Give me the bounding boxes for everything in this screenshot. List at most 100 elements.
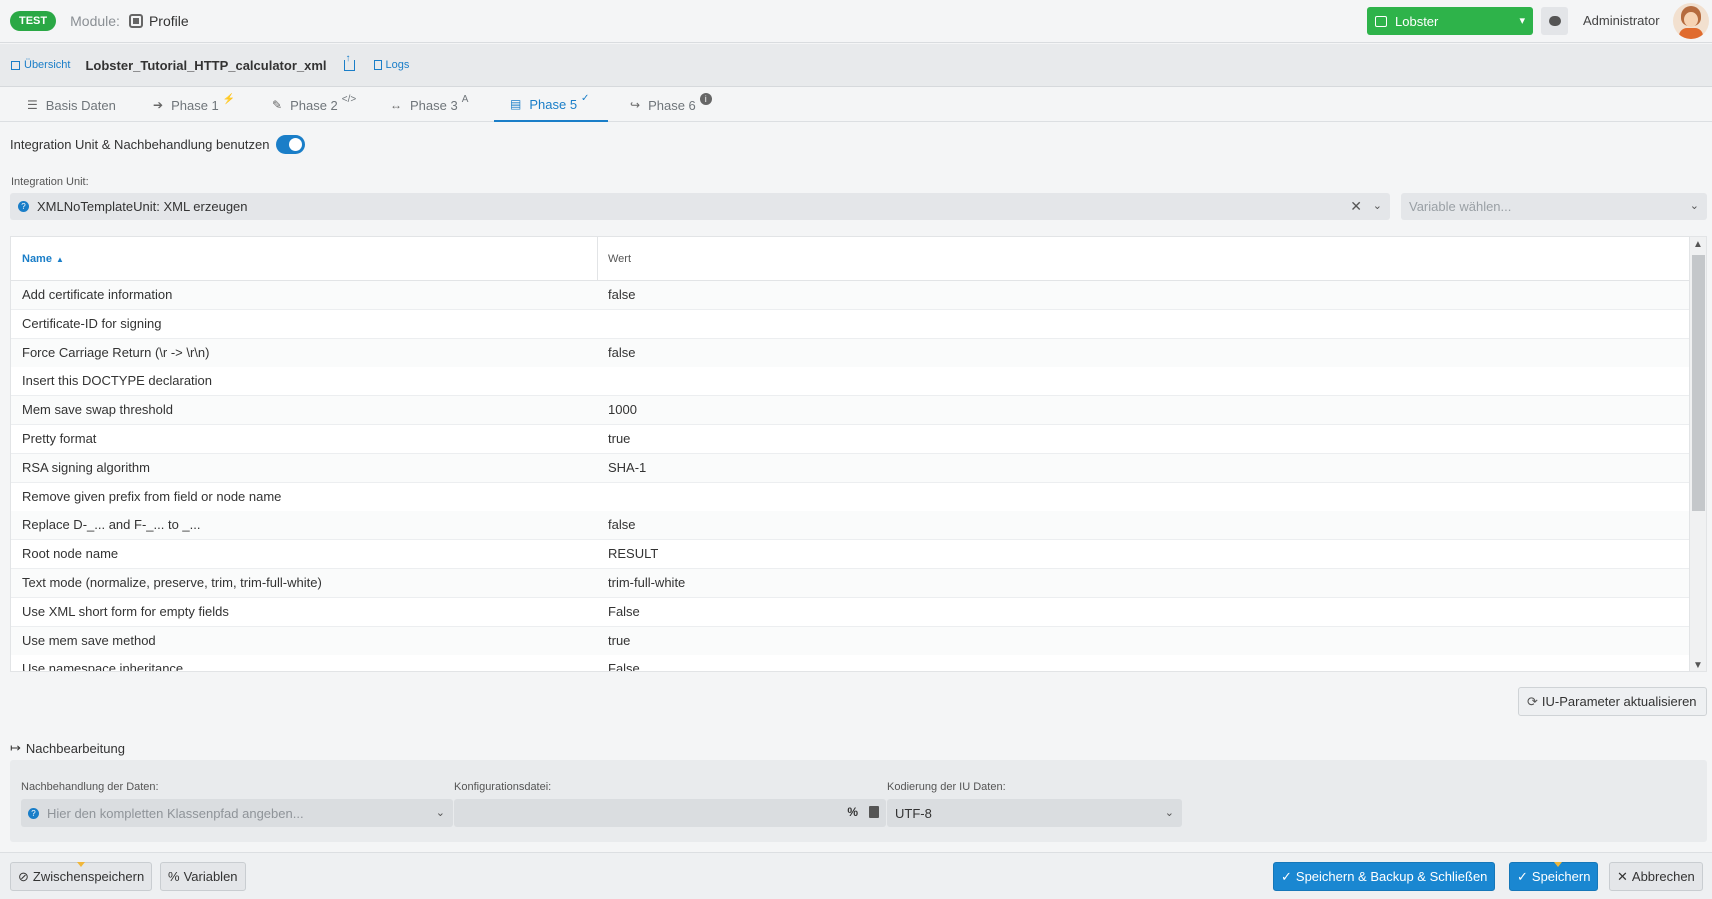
tab-label: Basis Daten	[45, 97, 116, 113]
column-header-name[interactable]: Name ▲	[22, 237, 64, 281]
close-icon: ✕	[1617, 868, 1628, 884]
chevron-down-icon: ⌄	[1689, 200, 1699, 212]
chevron-down-icon: ▾	[1519, 15, 1525, 27]
cell-wert[interactable]: 1000	[608, 396, 637, 424]
cell-name: Add certificate information	[22, 287, 173, 302]
speichern-backup-schliessen-button[interactable]: ✓ Speichern & Backup & Schließen	[1273, 862, 1496, 891]
cell-wert[interactable]: false	[608, 511, 635, 539]
tab-basis-daten[interactable]: ☰ Basis Daten	[27, 88, 116, 122]
button-label: Abbrechen	[1631, 869, 1695, 884]
code-icon: </>	[341, 93, 357, 105]
cell-name: Remove given prefix from field or node n…	[22, 488, 282, 504]
column-header-wert[interactable]: Wert	[608, 237, 631, 281]
cell-name: RSA signing algorithm	[22, 459, 150, 475]
footer-bar: ⊘ Zwischenspeichern % Variablen ✓ Speich…	[0, 852, 1712, 899]
nachbearbeitung-panel: Nachbehandlung der Daten: ? Hier den kom…	[10, 760, 1707, 842]
logs-link[interactable]: Logs	[373, 59, 410, 71]
cell-wert[interactable]: trim-full-white	[608, 569, 685, 597]
table-row[interactable]: RSA signing algorithm SHA-1	[11, 453, 1691, 483]
sort-asc-icon: ▲	[55, 255, 64, 264]
cell-name: Insert this DOCTYPE declaration	[22, 373, 213, 389]
page-title: Lobster_Tutorial_HTTP_calculator_xml	[85, 57, 327, 73]
tab-phase-5[interactable]: ▤ Phase 5 ✓	[494, 88, 608, 122]
overview-link[interactable]: Übersicht	[11, 59, 70, 71]
table-row[interactable]: Remove given prefix from field or node n…	[11, 482, 1691, 512]
cell-wert[interactable]: false	[608, 339, 635, 367]
table-row[interactable]: Certificate-ID for signing	[11, 309, 1691, 339]
zwischenspeichern-button[interactable]: ⊘ Zwischenspeichern	[10, 862, 153, 891]
tab-phase-6[interactable]: ↪ Phase 6 i	[630, 88, 712, 122]
variablen-button[interactable]: % Variablen	[160, 862, 246, 891]
table-row[interactable]: Text mode (normalize, preserve, trim, tr…	[11, 569, 1691, 598]
table-scrollbar[interactable]: ▲ ▼	[1689, 237, 1706, 671]
module-label: Module:	[70, 13, 120, 29]
integration-toggle-row: Integration Unit & Nachbehandlung benutz…	[10, 135, 306, 154]
export-icon[interactable]	[343, 53, 355, 71]
phase-tabs: ☰ Basis Daten ➔ Phase 1 ⚡ ✎ Phase 2 </> …	[0, 88, 1712, 122]
abbrechen-button[interactable]: ✕ Abbrechen	[1609, 862, 1703, 891]
logs-link-label: Logs	[385, 59, 410, 71]
nachbehandlung-select[interactable]: ? Hier den kompletten Klassenpfad angebe…	[21, 799, 453, 827]
sign-out-icon: ↦	[10, 740, 21, 755]
user-name[interactable]: Administrator	[1583, 13, 1660, 28]
iu-label: Integration Unit:	[11, 176, 89, 188]
table-row[interactable]: Insert this DOCTYPE declaration	[11, 367, 1691, 397]
file-icon[interactable]	[869, 806, 879, 818]
konfig-field[interactable]: %	[454, 799, 886, 827]
iu-refresh-button[interactable]: ⟳ IU-Parameter aktualisieren	[1518, 687, 1707, 716]
table-row[interactable]: Mem save swap threshold 1000	[11, 396, 1691, 426]
iu-parameter-table: Name ▲ Wert Add certificate information fa…	[10, 236, 1707, 672]
arrows-h-icon: ↔	[390, 98, 402, 112]
tab-label: Phase 5	[529, 96, 578, 112]
table-row[interactable]: Pretty format true	[11, 425, 1691, 454]
info-icon: i	[699, 93, 712, 105]
question-icon: ?	[28, 807, 39, 819]
cell-wert[interactable]: SHA-1	[608, 454, 646, 482]
cell-wert[interactable]: true	[608, 425, 630, 453]
cell-name: Certificate-ID for signing	[22, 315, 162, 331]
table-row[interactable]: Use mem save method true	[11, 626, 1691, 656]
chevron-down-icon: ⌄	[1164, 807, 1174, 819]
iu-select-value: XMLNoTemplateUnit: XML erzeugen	[37, 199, 248, 214]
table-row[interactable]: Root node name RESULT	[11, 540, 1691, 570]
integration-toggle[interactable]	[276, 135, 306, 154]
cell-wert[interactable]: False	[608, 598, 640, 626]
speichern-button[interactable]: ✓ Speichern	[1509, 862, 1599, 891]
table-row[interactable]: Add certificate information false	[11, 281, 1691, 310]
chevron-down-icon[interactable]: ⌄	[1373, 199, 1382, 212]
nachbearbeitung-title: ↦ Nachbearbeitung	[10, 740, 125, 756]
cell-wert[interactable]: true	[608, 627, 630, 655]
cell-name: Root node name	[22, 546, 119, 562]
instance-select[interactable]: Lobster ▾	[1367, 7, 1533, 35]
cell-wert[interactable]: RESULT	[608, 540, 658, 568]
iu-select[interactable]: ? XMLNoTemplateUnit: XML erzeugen ✕ ⌄	[10, 193, 1390, 220]
tab-label: Phase 3	[410, 97, 458, 113]
chat-button[interactable]	[1541, 7, 1568, 35]
tab-label: Phase 6	[648, 97, 696, 113]
table-row[interactable]: Use namespace inheritance False	[11, 655, 1691, 671]
check-circle-icon: ⊘	[18, 868, 29, 884]
tab-phase-1[interactable]: ➔ Phase 1 ⚡	[153, 88, 235, 122]
cell-wert[interactable]: False	[608, 655, 640, 671]
file-edit-icon: ✎	[272, 98, 283, 112]
nachbehandlung-placeholder: Hier den kompletten Klassenpfad angeben.…	[47, 805, 304, 821]
percent-icon[interactable]: %	[847, 805, 858, 819]
kodierung-select[interactable]: UTF-8 ⌄	[887, 799, 1182, 827]
cell-name: Mem save swap threshold	[22, 402, 174, 418]
variable-select-placeholder: Variable wählen...	[1409, 199, 1512, 214]
tab-phase-2[interactable]: ✎ Phase 2 </>	[272, 88, 356, 122]
check-icon: ✓	[1517, 868, 1528, 884]
tab-phase-3[interactable]: ↔ Phase 3 A	[390, 88, 468, 122]
variable-select[interactable]: Variable wählen... ⌄	[1401, 193, 1707, 220]
table-row[interactable]: Use XML short form for empty fields False	[11, 597, 1691, 627]
cell-wert[interactable]: false	[608, 281, 635, 309]
tab-label: Phase 1	[171, 97, 219, 113]
table-row[interactable]: Replace D-_... and F-_... to _... false	[11, 511, 1691, 541]
cell-name: Pretty format	[22, 431, 97, 446]
avatar[interactable]	[1673, 3, 1709, 39]
table-row[interactable]: Force Carriage Return (\r -> \r\n) false	[11, 338, 1691, 368]
list-icon: ☰	[27, 98, 38, 112]
konfig-label: Konfigurationsdatei:	[454, 781, 552, 793]
font-icon: A	[461, 93, 469, 105]
clear-icon[interactable]: ✕	[1350, 198, 1362, 215]
